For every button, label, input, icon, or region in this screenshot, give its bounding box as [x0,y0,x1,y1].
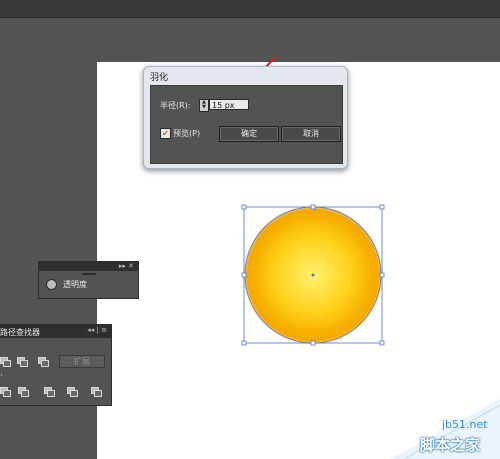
transparency-panel: ▸▸ ✕ 透明度 [38,261,139,299]
radius-stepper[interactable]: ▲ ▼ [199,99,209,112]
radius-label: 半径(R): [160,101,191,110]
pathfinder-crop-icon[interactable] [44,387,55,397]
feather-dialog: 羽化 半径(R): ▲ ▼ 15 px ✔ 预览(P) 确定 取消 [143,66,348,169]
stepper-down-icon[interactable]: ▼ [202,104,206,110]
pathfinder-panel: 路径查找器 ◂◂ | ≡ 扩展 ⠂ [0,324,112,406]
cancel-button[interactable]: 取消 [281,126,341,142]
shape-mode-intersect-icon[interactable] [17,357,28,367]
dialog-title: 羽化 [150,73,169,83]
preview-checkbox[interactable]: ✔ [160,128,171,139]
radius-input[interactable]: 15 px [209,99,249,110]
watermark-logo-text: 脚本之家 [420,436,481,454]
pathfinder-title[interactable]: 路径查找器 [0,327,40,338]
dialog-body: 半径(R): ▲ ▼ 15 px ✔ 预览(P) 确定 取消 [150,85,343,164]
panel-header[interactable]: ▸▸ ✕ [39,262,138,271]
preview-label[interactable]: 预览(P) [173,128,200,139]
panel-controls[interactable]: ◂◂ | ≡ [87,326,107,334]
shape-mode-exclude-icon[interactable] [38,357,49,367]
ok-button[interactable]: 确定 [219,126,279,142]
expand-button[interactable]: 扩展 [59,355,105,368]
panel-controls[interactable]: ▸▸ ✕ [119,262,134,271]
watermark-site: jb51.net [442,418,488,431]
panel-header[interactable]: 路径查找器 ◂◂ | ≡ [0,325,111,338]
pathfinder-minus-back-icon[interactable] [91,387,102,397]
pathfinder-trim-icon[interactable] [0,387,11,397]
application-top-bar [0,0,500,18]
transparency-icon[interactable] [46,279,57,290]
pathfinder-merge-icon[interactable] [18,387,29,397]
shape-mode-minus-front-icon[interactable] [0,357,11,367]
checkmark-icon: ✔ [162,129,169,138]
pathfinders-row-marker: ⠂ [0,372,6,380]
transparency-label[interactable]: 透明度 [63,279,87,290]
panel-grip[interactable] [82,273,96,275]
pathfinder-outline-icon[interactable] [67,387,78,397]
